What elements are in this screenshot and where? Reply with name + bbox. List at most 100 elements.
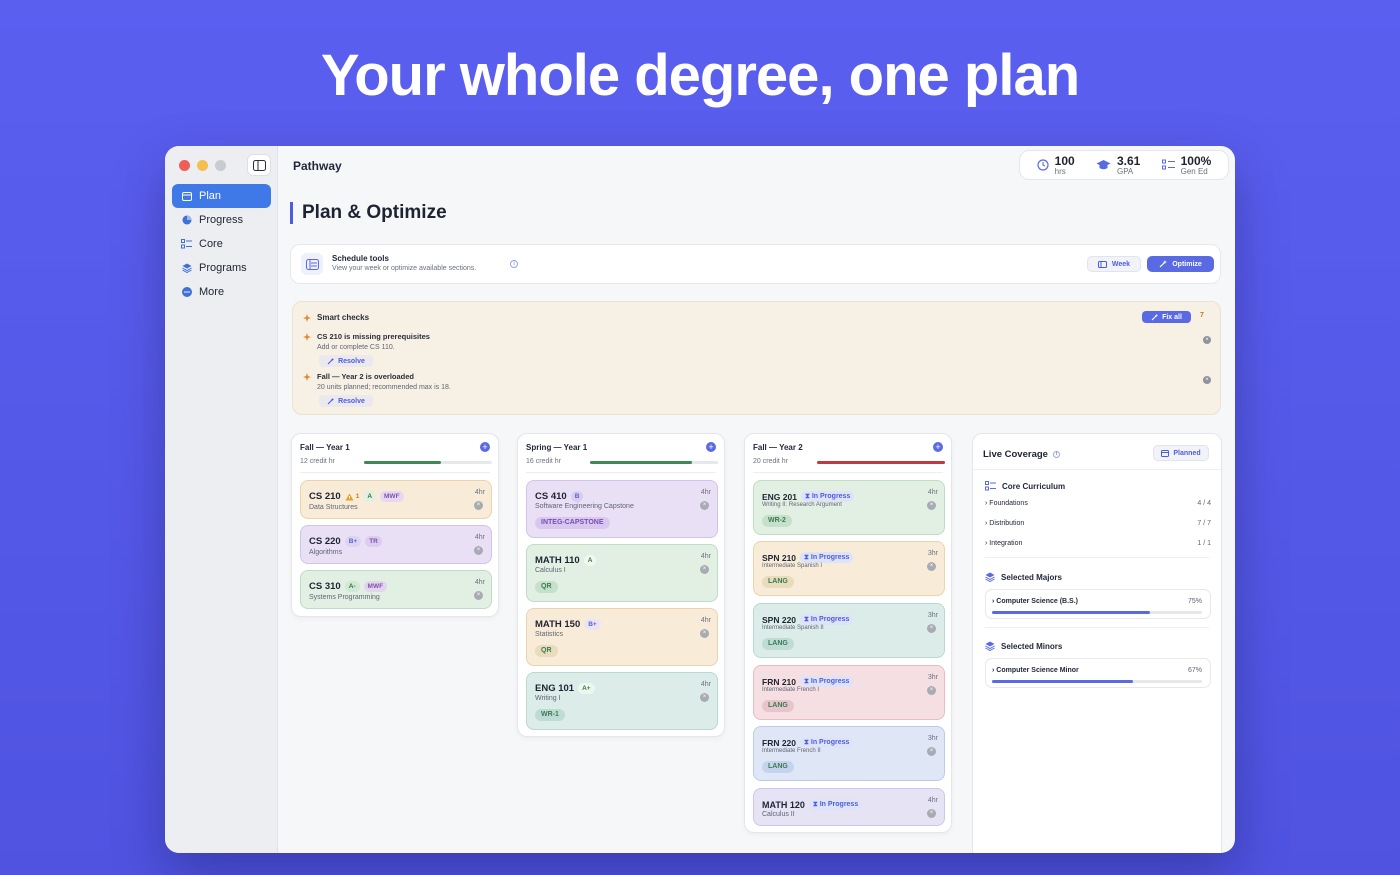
remove-course-icon[interactable]: × xyxy=(927,686,936,695)
course-title: Intermediate Spanish II xyxy=(762,625,824,631)
add-course-button[interactable]: + xyxy=(706,442,716,452)
in-progress-badge: ⧗ In Progress xyxy=(800,491,855,502)
in-progress-badge: ⧗ In Progress xyxy=(800,614,854,625)
course-hours: 3hr xyxy=(927,550,938,557)
sidebar-nav: Plan Progress Core Programs More xyxy=(172,184,271,304)
dismiss-icon[interactable]: × xyxy=(1203,376,1211,384)
course-code-row: FRN 220 ⧗ In Progress xyxy=(762,737,854,748)
course-title: Software Engineering Capstone xyxy=(535,503,634,510)
add-course-button[interactable]: + xyxy=(933,442,943,452)
sidebar-toggle-button[interactable] xyxy=(247,154,271,176)
add-course-button[interactable]: + xyxy=(480,442,490,452)
in-progress-badge: ⧗ In Progress xyxy=(800,676,854,687)
in-progress-label: In Progress xyxy=(810,616,850,623)
major-progress-card[interactable]: › Computer Science (B.S.) 75% xyxy=(985,589,1211,619)
course-card[interactable]: CS 410 B Software Engineering Capstone I… xyxy=(526,480,718,538)
coverage-row-distribution[interactable]: › Distribution 7 / 7 xyxy=(985,520,1211,527)
pie-chart-icon xyxy=(181,215,192,226)
remove-course-icon[interactable]: × xyxy=(927,562,936,571)
remove-course-icon[interactable]: × xyxy=(927,501,936,510)
core-curriculum-header: Core Curriculum xyxy=(985,481,1065,491)
course-card[interactable]: FRN 220 ⧗ In Progress Intermediate Frenc… xyxy=(753,726,945,781)
remove-course-icon[interactable]: × xyxy=(474,501,483,510)
resolve-label: Resolve xyxy=(338,397,365,405)
requirement-tag: WR-2 xyxy=(762,515,792,527)
course-code: CS 210 xyxy=(309,491,341,502)
close-window-button[interactable] xyxy=(179,160,190,171)
hours-value: 100 xyxy=(1054,153,1075,168)
requirement-tag: QR xyxy=(535,645,558,657)
remove-course-icon[interactable]: × xyxy=(927,624,936,633)
sidebar-item-label: Programs xyxy=(199,262,247,274)
course-card[interactable]: FRN 210 ⧗ In Progress Intermediate Frenc… xyxy=(753,665,945,720)
course-hours: 4hr xyxy=(474,579,485,586)
coverage-row-foundations[interactable]: › Foundations 4 / 4 xyxy=(985,500,1211,507)
course-code-row: ENG 101 A+ xyxy=(535,683,595,694)
resolve-label: Resolve xyxy=(338,357,365,365)
coverage-row-value: 1 / 1 xyxy=(1197,540,1211,547)
course-card[interactable]: CS 310 A- MWF Systems Programming 4hr × xyxy=(300,570,492,609)
course-code: ENG 201 xyxy=(762,491,797,502)
course-hours: 4hr xyxy=(700,489,711,496)
remove-course-icon[interactable]: × xyxy=(700,565,709,574)
course-title: Writing I xyxy=(535,695,561,702)
planned-toggle-button[interactable]: Planned xyxy=(1153,445,1209,461)
resolve-button[interactable]: Resolve xyxy=(319,395,373,407)
course-card[interactable]: CS 220 B+ TR Algorithms 4hr × xyxy=(300,525,492,564)
course-card[interactable]: MATH 150 B+ Statistics QR 4hr × xyxy=(526,608,718,666)
course-code: CS 410 xyxy=(535,491,567,502)
course-card[interactable]: MATH 110 A Calculus I QR 4hr × xyxy=(526,544,718,602)
coverage-row-value: 4 / 4 xyxy=(1197,500,1211,507)
course-code: CS 310 xyxy=(309,581,341,592)
zoom-window-button[interactable] xyxy=(215,160,226,171)
course-card[interactable]: ENG 201 ⧗ In Progress Writing II: Resear… xyxy=(753,480,945,535)
term-column: Fall — Year 1 12 credit hr + CS 210 1 A … xyxy=(291,433,499,617)
remove-course-icon[interactable]: × xyxy=(700,629,709,638)
course-card[interactable]: CS 210 1 A MWF Data Structures 4hr × xyxy=(300,480,492,519)
issue-title: CS 210 is missing prerequisites xyxy=(317,332,430,341)
optimize-button[interactable]: Optimize xyxy=(1147,256,1214,272)
in-progress-badge: ⧗ In Progress xyxy=(800,552,854,563)
layers-icon xyxy=(181,263,192,274)
grade-badge: A xyxy=(583,555,597,566)
remove-course-icon[interactable]: × xyxy=(927,809,936,818)
week-button[interactable]: Week xyxy=(1087,256,1141,272)
term-load-fill xyxy=(817,461,945,464)
course-code-row: CS 210 1 A MWF xyxy=(309,491,404,502)
remove-course-icon[interactable]: × xyxy=(474,546,483,555)
sidebar-item-progress[interactable]: Progress xyxy=(172,208,271,232)
in-progress-label: In Progress xyxy=(811,493,851,500)
minor-progress-card[interactable]: › Computer Science Minor 67% xyxy=(985,658,1211,688)
gpa-value: 3.61 xyxy=(1116,153,1141,168)
course-card[interactable]: SPN 220 ⧗ In Progress Intermediate Spani… xyxy=(753,603,945,658)
sidebar-item-plan[interactable]: Plan xyxy=(172,184,271,208)
dismiss-icon[interactable]: × xyxy=(1203,336,1211,344)
selected-minors-header: Selected Minors xyxy=(985,641,1062,651)
sidebar-item-core[interactable]: Core xyxy=(172,232,271,256)
remove-course-icon[interactable]: × xyxy=(474,591,483,600)
course-title: Intermediate French II xyxy=(762,748,821,754)
sidebar-item-programs[interactable]: Programs xyxy=(172,256,271,280)
remove-course-icon[interactable]: × xyxy=(700,693,709,702)
minimize-window-button[interactable] xyxy=(197,160,208,171)
course-hours: 4hr xyxy=(927,797,938,804)
course-code-row: CS 220 B+ TR xyxy=(309,536,382,547)
minor-percent: 67% xyxy=(1187,667,1202,674)
resolve-button[interactable]: Resolve xyxy=(319,355,373,367)
info-icon[interactable]: i xyxy=(510,260,518,268)
course-card[interactable]: MATH 120 ⧗ In Progress Calculus II 4hr × xyxy=(753,788,945,826)
course-title: Systems Programming xyxy=(309,594,380,601)
course-card[interactable]: SPN 210 ⧗ In Progress Intermediate Spani… xyxy=(753,541,945,596)
course-code-row: MATH 120 ⧗ In Progress xyxy=(762,799,863,810)
remove-course-icon[interactable]: × xyxy=(700,501,709,510)
fix-all-button[interactable]: Fix all xyxy=(1142,311,1191,323)
course-card[interactable]: ENG 101 A+ Writing I WR-1 4hr × xyxy=(526,672,718,730)
minor-progress-fill xyxy=(992,680,1133,683)
sidebar-item-more[interactable]: More xyxy=(172,280,271,304)
course-code-row: FRN 210 ⧗ In Progress xyxy=(762,676,854,687)
coverage-row-integration[interactable]: › Integration 1 / 1 xyxy=(985,540,1211,547)
grade-badge: A- xyxy=(344,581,360,592)
remove-course-icon[interactable]: × xyxy=(927,747,936,756)
info-icon[interactable]: i xyxy=(1052,451,1060,458)
sidebar: Plan Progress Core Programs More xyxy=(165,146,278,853)
